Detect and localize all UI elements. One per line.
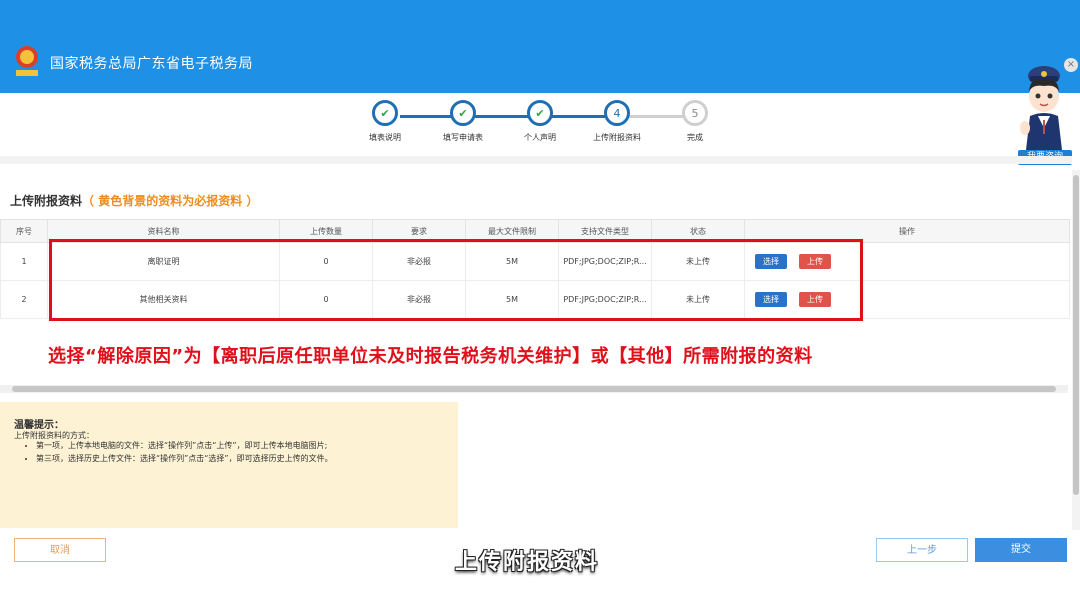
horizontal-scrollbar-thumb[interactable] bbox=[12, 386, 1056, 392]
section-title-text: 上传附报资料 bbox=[10, 194, 83, 208]
step-5: 5 完成 bbox=[655, 100, 735, 143]
step-label: 填表说明 bbox=[369, 133, 401, 142]
tips-list: 第一项，上传本地电脑的文件：选择“操作列”点击“上传”，即可上传本地电脑图片; … bbox=[14, 439, 333, 465]
column-header: 序号 bbox=[0, 219, 48, 243]
check-icon: ✔ bbox=[372, 100, 398, 126]
step-3: ✔ 个人声明 bbox=[500, 100, 580, 143]
tip-item: 第三项，选择历史上传文件：选择“操作列”点击“选择”，即可选择历史上传的文件。 bbox=[36, 452, 333, 465]
tips-panel: 温馨提示： 上传附报资料的方式： 第一项，上传本地电脑的文件：选择“操作列”点击… bbox=[0, 402, 458, 528]
step-4: 4 上传附报资料 bbox=[577, 100, 657, 143]
step-number: 4 bbox=[604, 100, 630, 126]
section-divider bbox=[0, 156, 1072, 164]
step-progress: ✔ 填表说明 ✔ 填写申请表 ✔ 个人声明 4 上传附报资料 5 完成 bbox=[360, 100, 720, 150]
assistant-mascot-icon[interactable] bbox=[1016, 58, 1072, 150]
previous-step-button[interactable]: 上一步 bbox=[876, 538, 968, 562]
check-icon: ✔ bbox=[450, 100, 476, 126]
vertical-scrollbar-thumb[interactable] bbox=[1073, 175, 1079, 495]
section-note: （ 黄色背景的资料为必报资料 ） bbox=[82, 194, 259, 208]
highlight-box bbox=[49, 239, 863, 321]
step-label: 上传附报资料 bbox=[593, 133, 641, 142]
step-label: 完成 bbox=[687, 133, 703, 142]
tax-emblem-icon bbox=[16, 46, 38, 76]
tip-item: 第一项，上传本地电脑的文件：选择“操作列”点击“上传”，即可上传本地电脑图片; bbox=[36, 439, 333, 452]
step-label: 个人声明 bbox=[524, 133, 556, 142]
check-icon: ✔ bbox=[527, 100, 553, 126]
step-label: 填写申请表 bbox=[443, 133, 483, 142]
header-bar: 国家税务总局广东省电子税务局 bbox=[0, 0, 1080, 93]
horizontal-scrollbar[interactable] bbox=[0, 385, 1068, 393]
step-2: ✔ 填写申请表 bbox=[423, 100, 503, 143]
step-1: ✔ 填表说明 bbox=[345, 100, 425, 143]
section-title: 上传附报资料（ 黄色背景的资料为必报资料 ） bbox=[10, 192, 258, 209]
submit-button[interactable]: 提交 bbox=[975, 538, 1067, 562]
app-title: 国家税务总局广东省电子税务局 bbox=[50, 56, 253, 72]
annotation-caption: 选择“解除原因”为【离职后原任职单位未及时报告税务机关维护】或【其他】所需附报的… bbox=[48, 346, 813, 367]
row-index: 2 bbox=[0, 280, 48, 319]
video-subtitle: 上传附报资料 bbox=[455, 550, 600, 575]
close-icon[interactable]: × bbox=[1064, 58, 1078, 72]
tips-title: 温馨提示： bbox=[14, 420, 64, 431]
step-number: 5 bbox=[682, 100, 708, 126]
cancel-button[interactable]: 取消 bbox=[14, 538, 106, 562]
row-index: 1 bbox=[0, 242, 48, 281]
